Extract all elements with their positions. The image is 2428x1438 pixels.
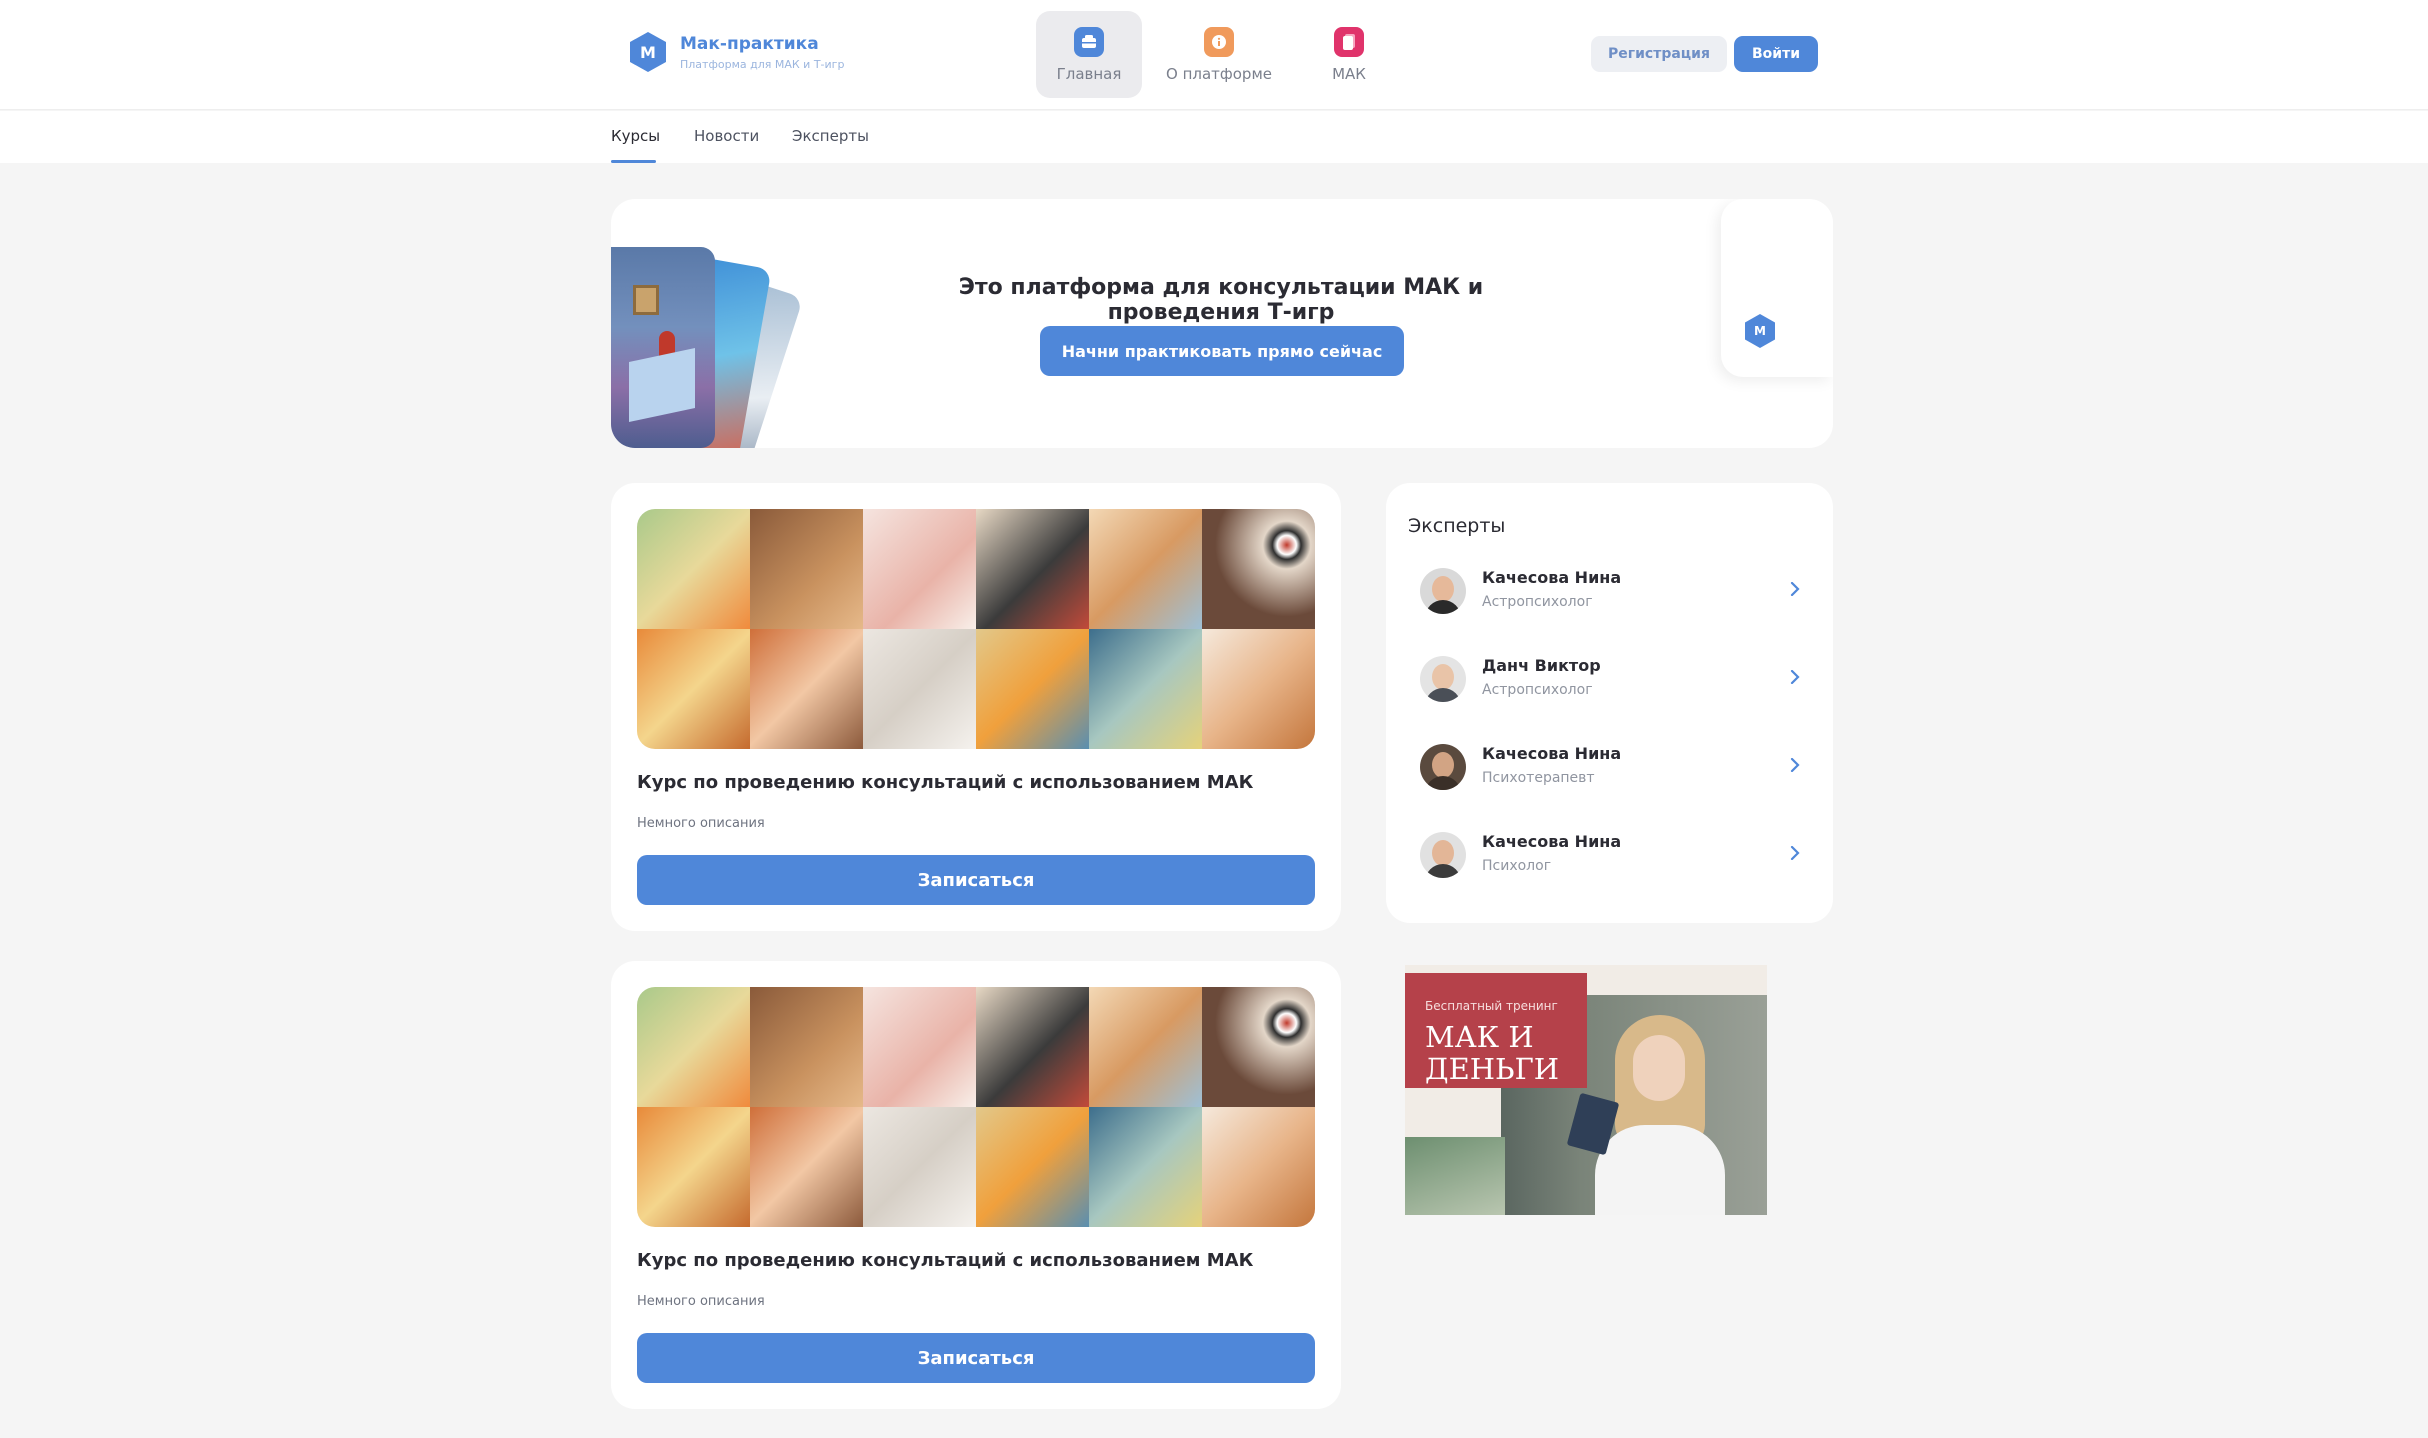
expert-role: Психотерапевт (1482, 770, 1595, 786)
chevron-right-icon (1780, 750, 1810, 780)
nav-item-label: Главная (1056, 64, 1122, 83)
avatar (1420, 656, 1466, 702)
expert-role: Астропсихолог (1482, 594, 1593, 610)
course-card: Курс по проведению консультаций с исполь… (611, 483, 1341, 931)
avatar (1420, 744, 1466, 790)
promo-banner[interactable]: Бесплатный тренинг МАК И ДЕНЬГИ (1405, 965, 1767, 1215)
expert-name: Качесова Нина (1482, 568, 1622, 587)
logo-hex-icon: M (630, 32, 666, 72)
tab-experts[interactable]: Эксперты (792, 127, 869, 145)
info-icon (1204, 26, 1234, 57)
chevron-right-icon (1780, 662, 1810, 692)
logo-title: Мак-практика (680, 33, 819, 54)
nav-item-about[interactable]: О платформе (1166, 11, 1272, 98)
nav-item-label: МАК (1332, 64, 1366, 83)
card-picture-frame (633, 285, 659, 315)
logo-subtitle: Платформа для МАК и Т-игр (680, 57, 845, 71)
course-image (637, 509, 1315, 749)
cards-icon (1334, 26, 1364, 57)
register-button[interactable]: Регистрация (1591, 36, 1727, 72)
course-card: Курс по проведению консультаций с исполь… (611, 961, 1341, 1409)
expert-item[interactable]: Качесова Нина Астропсихолог (1406, 556, 1816, 626)
banner-title: МАК И ДЕНЬГИ (1425, 1020, 1560, 1086)
active-tab-indicator (611, 160, 656, 163)
banner-person-face (1633, 1035, 1685, 1101)
course-title: Курс по проведению консультаций с исполь… (637, 772, 1254, 793)
course-image (637, 987, 1315, 1227)
section-tabs: Курсы Новости Эксперты (0, 111, 2428, 163)
course-title: Курс по проведению консультаций с исполь… (637, 1250, 1254, 1271)
banner-tag: Бесплатный тренинг (1425, 999, 1558, 1013)
hero-title: Это платформа для консультации МАК и про… (958, 275, 1484, 325)
login-button[interactable]: Войти (1734, 36, 1818, 72)
main-nav: Главная О платформе МАК (1036, 11, 1426, 98)
avatar (1420, 568, 1466, 614)
expert-item[interactable]: Данч Виктор Астропсихолог (1406, 644, 1816, 714)
enroll-button[interactable]: Записаться (637, 1333, 1315, 1383)
hero-side-panel (1721, 199, 1833, 377)
expert-name: Данч Виктор (1482, 656, 1601, 675)
tab-news[interactable]: Новости (694, 127, 759, 145)
hero-card (611, 247, 715, 448)
nav-item-label: О платформе (1166, 64, 1272, 83)
home-icon (1074, 26, 1104, 57)
hero-banner: Это платформа для консультации МАК и про… (611, 199, 1833, 448)
card-table (629, 347, 695, 423)
chevron-right-icon (1780, 838, 1810, 868)
expert-name: Качесова Нина (1482, 744, 1622, 763)
expert-item[interactable]: Качесова Нина Психотерапевт (1406, 732, 1816, 802)
chevron-right-icon (1780, 574, 1810, 604)
banner-person-shirt (1595, 1125, 1725, 1215)
tab-courses[interactable]: Курсы (611, 127, 660, 145)
avatar (1420, 832, 1466, 878)
nav-item-mak[interactable]: МАК (1296, 11, 1402, 98)
expert-item[interactable]: Качесова Нина Психолог (1406, 820, 1816, 890)
expert-role: Астропсихолог (1482, 682, 1593, 698)
banner-plant (1405, 1137, 1505, 1215)
course-description: Немного описания (637, 816, 765, 831)
nav-item-home[interactable]: Главная (1036, 11, 1142, 98)
banner-title-block: Бесплатный тренинг МАК И ДЕНЬГИ (1405, 973, 1587, 1088)
start-practice-button[interactable]: Начни практиковать прямо сейчас (1040, 326, 1404, 376)
expert-name: Качесова Нина (1482, 832, 1622, 851)
experts-panel: Эксперты Качесова Нина Астропсихолог Дан… (1386, 483, 1833, 923)
course-description: Немного описания (637, 1294, 765, 1309)
enroll-button[interactable]: Записаться (637, 855, 1315, 905)
top-header: M Мак-практика Платформа для МАК и Т-игр… (0, 0, 2428, 110)
experts-title: Эксперты (1408, 515, 1506, 537)
logo[interactable]: M Мак-практика Платформа для МАК и Т-игр (630, 32, 844, 72)
expert-role: Психолог (1482, 858, 1552, 874)
hero-cards-illustration (611, 247, 804, 448)
